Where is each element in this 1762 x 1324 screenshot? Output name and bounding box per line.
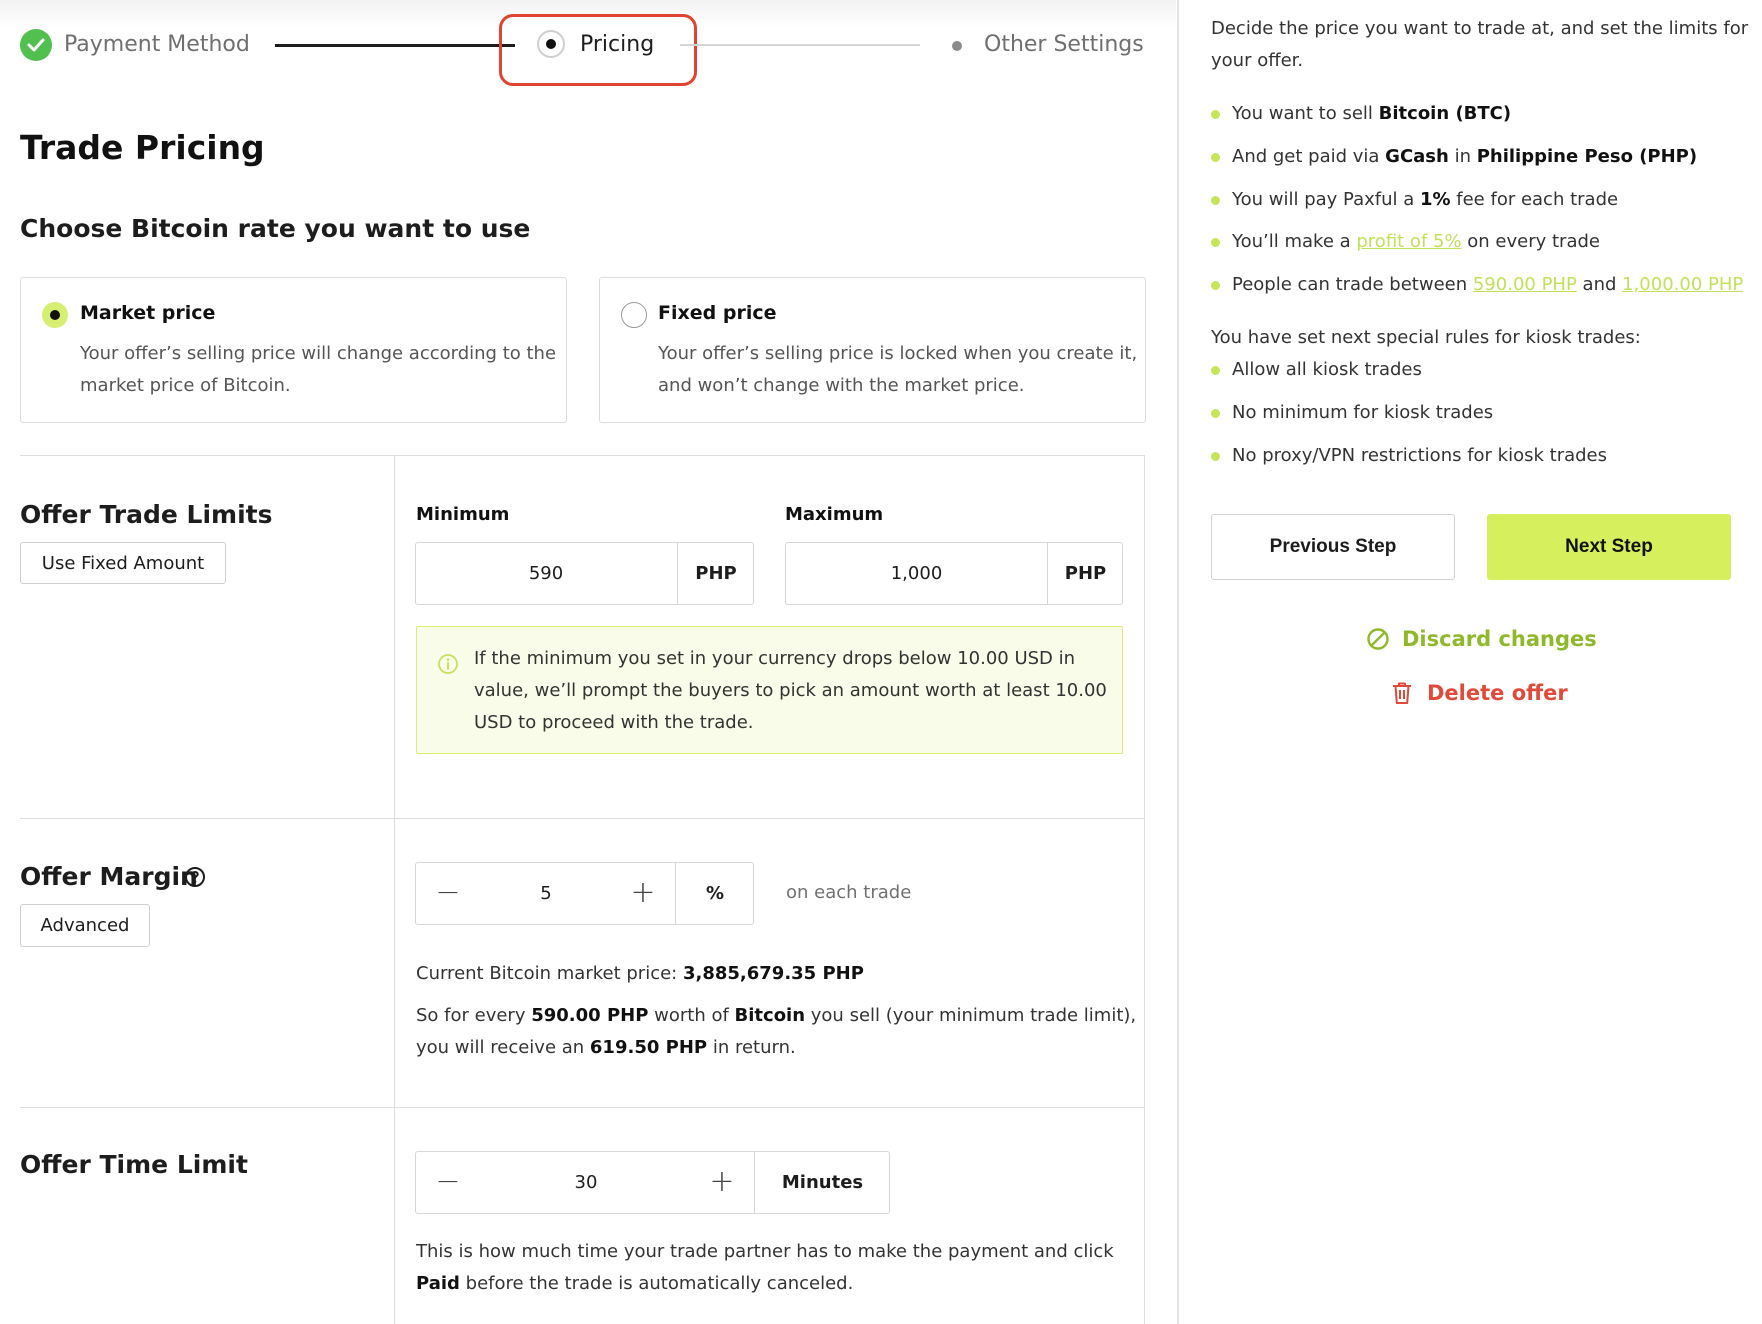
sidebar-divider <box>1177 0 1179 1324</box>
minimum-label: Minimum <box>416 504 510 525</box>
kiosk-rule-item: Allow all kiosk trades <box>1232 359 1422 380</box>
bullet-icon <box>1211 409 1220 418</box>
time-limit-stepper[interactable]: − 30 + Minutes <box>415 1151 890 1214</box>
minimum-currency: PHP <box>677 543 754 605</box>
margin-example-line-1: So for every 590.00 PHP worth of Bitcoin… <box>416 1005 1137 1026</box>
bullet-icon <box>1211 452 1220 461</box>
fixed-price-title: Fixed price <box>658 302 777 324</box>
delete-offer-label: Delete offer <box>1427 681 1568 705</box>
bullet-icon <box>1211 196 1220 205</box>
stepper-line-completed <box>275 44 515 47</box>
time-limit-desc-2: Paid before the trade is automatically c… <box>416 1273 854 1294</box>
help-icon[interactable] <box>184 866 206 888</box>
margin-input[interactable]: 5 <box>476 863 616 925</box>
time-limit-unit: Minutes <box>754 1152 890 1214</box>
bullet-icon <box>1211 238 1220 247</box>
stepper-line-upcoming <box>680 44 920 46</box>
offer-margin-title: Offer Margin <box>20 862 198 891</box>
margin-unit: % <box>675 863 754 925</box>
kiosk-rules-heading: You have set next special rules for kios… <box>1211 327 1641 348</box>
check-icon <box>20 29 52 61</box>
offer-time-limit-title: Offer Time Limit <box>20 1150 248 1179</box>
trash-icon <box>1393 682 1411 704</box>
summary-profit: You’ll make a profit of 5% on every trad… <box>1232 231 1600 252</box>
page-title: Trade Pricing <box>20 128 265 167</box>
summary-payment: And get paid via GCash in Philippine Pes… <box>1232 146 1698 167</box>
maximum-amount-input[interactable]: 1,000 <box>786 543 1047 605</box>
trade-limits-title: Offer Trade Limits <box>20 500 273 529</box>
minimum-amount-field[interactable]: 590 PHP <box>415 542 754 605</box>
profit-link[interactable]: profit of 5% <box>1356 231 1461 252</box>
sidebar-intro-2: your offer. <box>1211 50 1304 71</box>
time-limit-desc-1: This is how much time your trade partner… <box>416 1241 1114 1262</box>
delete-offer-link[interactable]: Delete offer <box>1391 678 1568 708</box>
summary-fee: You will pay Paxful a 1% fee for each tr… <box>1232 189 1619 210</box>
fixed-price-card[interactable]: Fixed price Your offer’s selling price i… <box>599 277 1146 423</box>
step-upcoming-dot-icon <box>952 41 962 51</box>
fixed-price-radio[interactable] <box>621 302 647 328</box>
bullet-icon <box>1211 110 1220 119</box>
kiosk-rule-item: No proxy/VPN restrictions for kiosk trad… <box>1232 445 1608 466</box>
min-limit-link[interactable]: 590.00 PHP <box>1473 274 1577 295</box>
market-price-desc-1: Your offer’s selling price will change a… <box>80 343 557 364</box>
fixed-price-desc-2: and won’t change with the market price. <box>658 375 1025 396</box>
discard-changes-link[interactable]: Discard changes <box>1366 624 1597 654</box>
info-line-2: value, we’ll prompt the buyers to pick a… <box>474 680 1107 701</box>
summary-range: People can trade between 590.00 PHP and … <box>1232 274 1744 295</box>
minimum-info-notice: If the minimum you set in your currency … <box>416 626 1123 754</box>
margin-suffix-text: on each trade <box>786 882 912 903</box>
decrease-time-button[interactable]: − <box>428 1162 468 1202</box>
bullet-icon <box>1211 366 1220 375</box>
info-line-1: If the minimum you set in your currency … <box>474 648 1076 669</box>
divider <box>20 455 1145 456</box>
maximum-label: Maximum <box>785 504 884 525</box>
info-icon <box>438 654 458 674</box>
market-price-card[interactable]: Market price Your offer’s selling price … <box>20 277 567 423</box>
divider <box>20 818 1145 819</box>
minimum-amount-input[interactable]: 590 <box>416 543 676 605</box>
step-other-settings[interactable]: Other Settings <box>984 30 1144 60</box>
info-line-3: USD to proceed with the trade. <box>474 712 754 733</box>
increase-time-button[interactable]: + <box>702 1162 742 1202</box>
column-divider <box>394 455 395 1324</box>
max-limit-link[interactable]: 1,000.00 PHP <box>1622 274 1743 295</box>
use-fixed-amount-button[interactable]: Use Fixed Amount <box>20 542 226 584</box>
time-limit-input[interactable]: 30 <box>476 1152 696 1214</box>
previous-step-button[interactable]: Previous Step <box>1211 514 1455 580</box>
decrease-margin-button[interactable]: − <box>428 873 468 913</box>
rate-heading: Choose Bitcoin rate you want to use <box>20 214 531 243</box>
market-price-text: Current Bitcoin market price: 3,885,679.… <box>416 963 864 984</box>
margin-stepper[interactable]: − 5 + % <box>415 862 754 925</box>
maximum-currency: PHP <box>1047 543 1123 605</box>
bullet-icon <box>1211 281 1220 290</box>
margin-example-line-2: you will receive an 619.50 PHP in return… <box>416 1037 796 1058</box>
next-step-button[interactable]: Next Step <box>1487 514 1731 580</box>
discard-changes-label: Discard changes <box>1402 627 1597 651</box>
summary-sell-asset: You want to sell Bitcoin (BTC) <box>1232 103 1512 124</box>
market-price-desc-2: market price of Bitcoin. <box>80 375 291 396</box>
bullet-icon <box>1211 153 1220 162</box>
increase-margin-button[interactable]: + <box>623 873 663 913</box>
fixed-price-desc-1: Your offer’s selling price is locked whe… <box>658 343 1138 364</box>
market-price-radio[interactable] <box>42 302 68 328</box>
pricing-step-highlight <box>499 14 697 86</box>
divider <box>20 1107 1145 1108</box>
step-payment-method[interactable]: Payment Method <box>64 30 250 60</box>
advanced-button[interactable]: Advanced <box>20 904 150 947</box>
sidebar-intro-1: Decide the price you want to trade at, a… <box>1211 18 1749 39</box>
market-price-title: Market price <box>80 302 216 324</box>
column-divider <box>1144 455 1145 1324</box>
maximum-amount-field[interactable]: 1,000 PHP <box>785 542 1123 605</box>
kiosk-rule-item: No minimum for kiosk trades <box>1232 402 1494 423</box>
discard-icon <box>1367 628 1389 650</box>
